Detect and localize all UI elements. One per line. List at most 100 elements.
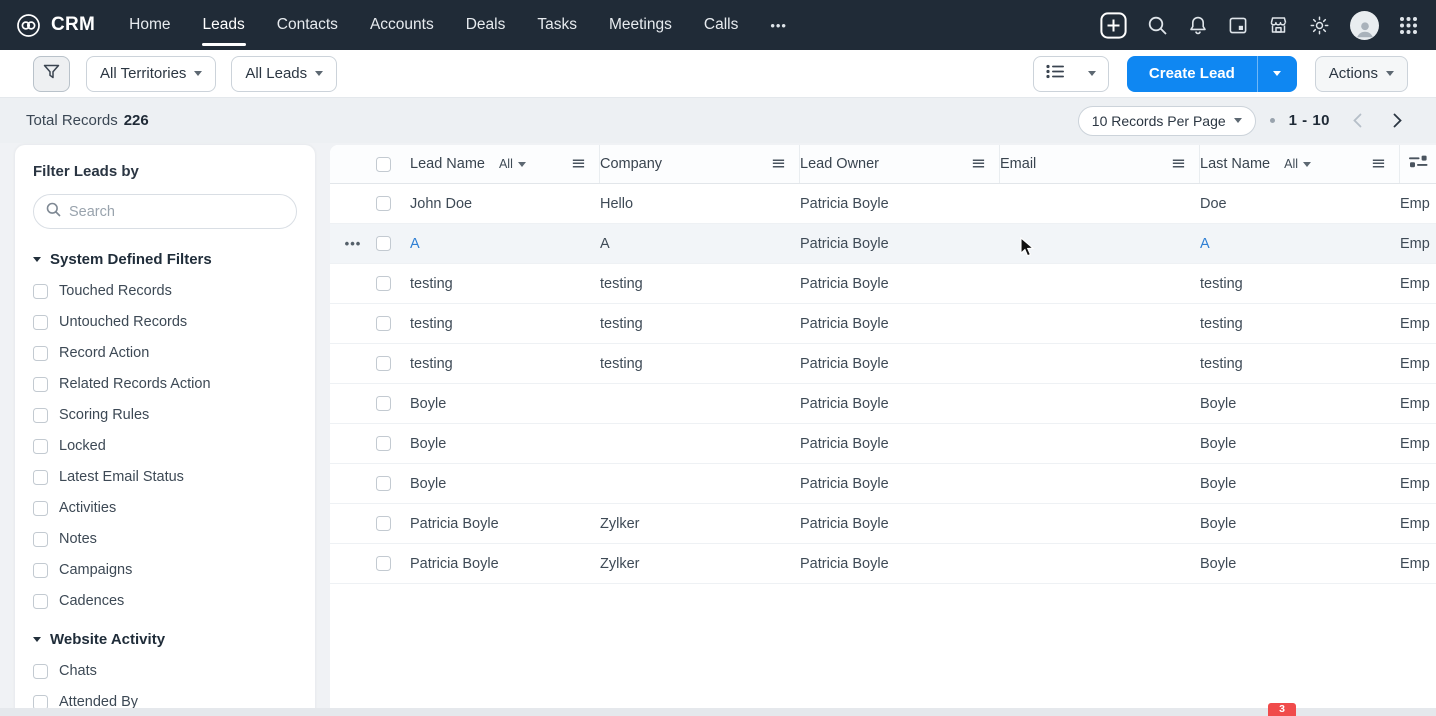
- checkbox[interactable]: [33, 531, 48, 547]
- notification-badge[interactable]: 3: [1268, 703, 1296, 716]
- cell-lead-name[interactable]: Patricia Boyle: [410, 516, 600, 532]
- cell-lead-name[interactable]: Patricia Boyle: [410, 556, 600, 572]
- add-icon[interactable]: [1100, 11, 1127, 39]
- search-icon[interactable]: [1147, 15, 1168, 36]
- table-row[interactable]: ••• John Doe Hello Patricia Boyle Doe Em…: [330, 184, 1436, 224]
- column-header[interactable]: Lead Name All ≡: [410, 145, 600, 183]
- table-row[interactable]: ••• Patricia Boyle Zylker Patricia Boyle…: [330, 504, 1436, 544]
- row-checkbox[interactable]: [376, 356, 391, 371]
- filter-checkbox-item[interactable]: Latest Email Status: [33, 469, 297, 485]
- column-menu-icon[interactable]: ≡: [971, 155, 986, 173]
- territories-dropdown[interactable]: All Territories: [86, 55, 217, 92]
- column-filter-dropdown[interactable]: All: [499, 157, 526, 171]
- checkbox[interactable]: [33, 593, 48, 609]
- checkbox[interactable]: [33, 500, 48, 516]
- filter-checkbox-item[interactable]: Chats: [33, 663, 297, 679]
- row-checkbox[interactable]: [376, 436, 391, 451]
- column-header[interactable]: Lead Owner ≡: [800, 145, 1000, 183]
- column-header[interactable]: Last Name All ≡: [1200, 145, 1400, 183]
- filter-checkbox-item[interactable]: Related Records Action: [33, 376, 297, 392]
- cell-lead-name[interactable]: Boyle: [410, 396, 600, 412]
- filter-checkbox-item[interactable]: Scoring Rules: [33, 407, 297, 423]
- column-header[interactable]: Company ≡: [600, 145, 800, 183]
- filter-checkbox-item[interactable]: Activities: [33, 500, 297, 516]
- row-checkbox[interactable]: [376, 476, 391, 491]
- filter-section-header[interactable]: System Defined Filters: [33, 251, 297, 268]
- nav-item-accounts[interactable]: Accounts: [354, 0, 450, 50]
- nav-item-leads[interactable]: Leads: [187, 0, 261, 50]
- nav-item-contacts[interactable]: Contacts: [261, 0, 354, 50]
- create-lead-button[interactable]: Create Lead: [1126, 55, 1257, 92]
- filter-checkbox-item[interactable]: Notes: [33, 531, 297, 547]
- checkbox[interactable]: [33, 407, 48, 423]
- table-row[interactable]: ••• Boyle Patricia Boyle Boyle Emp: [330, 384, 1436, 424]
- filter-checkbox-item[interactable]: Touched Records: [33, 283, 297, 299]
- nav-item-meetings[interactable]: Meetings: [593, 0, 688, 50]
- nav-item-deals[interactable]: Deals: [450, 0, 522, 50]
- next-page-button[interactable]: [1384, 108, 1410, 134]
- nav-item-home[interactable]: Home: [113, 0, 186, 50]
- table-row[interactable]: ••• Patricia Boyle Zylker Patricia Boyle…: [330, 544, 1436, 584]
- checkbox[interactable]: [33, 562, 48, 578]
- select-all-checkbox[interactable]: [376, 156, 391, 172]
- column-menu-icon[interactable]: ≡: [571, 155, 586, 173]
- cell-lead-name[interactable]: testing: [410, 316, 600, 332]
- filter-checkbox-item[interactable]: Locked: [33, 438, 297, 454]
- calendar-icon[interactable]: [1228, 15, 1248, 35]
- nav-item-tasks[interactable]: Tasks: [521, 0, 593, 50]
- checkbox[interactable]: [33, 283, 48, 299]
- settings-icon[interactable]: [1309, 15, 1330, 36]
- nav-item-calls[interactable]: Calls: [688, 0, 754, 50]
- table-row[interactable]: ••• A A Patricia Boyle A Emp: [330, 224, 1436, 264]
- row-checkbox[interactable]: [376, 556, 391, 571]
- row-checkbox[interactable]: [376, 516, 391, 531]
- search-input[interactable]: [69, 203, 284, 220]
- column-filter-dropdown[interactable]: All: [1284, 157, 1312, 171]
- checkbox[interactable]: [33, 314, 48, 330]
- create-lead-more-button[interactable]: [1256, 55, 1297, 92]
- table-row[interactable]: ••• Boyle Patricia Boyle Boyle Emp: [330, 424, 1436, 464]
- column-menu-icon[interactable]: ≡: [1171, 155, 1186, 173]
- table-row[interactable]: ••• testing testing Patricia Boyle testi…: [330, 264, 1436, 304]
- column-settings-button[interactable]: [1400, 145, 1436, 183]
- cell-lead-name[interactable]: Boyle: [410, 476, 600, 492]
- cell-lead-name[interactable]: testing: [410, 356, 600, 372]
- row-checkbox[interactable]: [376, 396, 391, 411]
- list-view-type-dropdown[interactable]: [1032, 55, 1109, 92]
- cell-lead-name[interactable]: Boyle: [410, 436, 600, 452]
- notifications-icon[interactable]: [1188, 15, 1208, 36]
- column-header[interactable]: Email ≡: [1000, 145, 1200, 183]
- previous-page-button[interactable]: [1344, 108, 1370, 134]
- cell-lead-name[interactable]: testing: [410, 276, 600, 292]
- avatar-icon[interactable]: [1350, 10, 1379, 40]
- column-menu-icon[interactable]: ≡: [1371, 155, 1386, 173]
- filter-checkbox-item[interactable]: Untouched Records: [33, 314, 297, 330]
- row-checkbox[interactable]: [376, 316, 391, 331]
- table-row[interactable]: ••• testing testing Patricia Boyle testi…: [330, 304, 1436, 344]
- cell-lead-name[interactable]: A: [410, 236, 600, 252]
- checkbox[interactable]: [33, 663, 48, 679]
- apps-icon[interactable]: [1399, 16, 1418, 35]
- records-per-page-dropdown[interactable]: 10 Records Per Page: [1077, 105, 1256, 136]
- filter-toggle-button[interactable]: [33, 55, 70, 92]
- table-row[interactable]: ••• Boyle Patricia Boyle Boyle Emp: [330, 464, 1436, 504]
- marketplace-icon[interactable]: [1268, 15, 1289, 35]
- cell-lead-name[interactable]: John Doe: [410, 196, 600, 212]
- filter-section-header[interactable]: Website Activity: [33, 631, 297, 648]
- row-checkbox[interactable]: [376, 236, 391, 251]
- row-checkbox[interactable]: [376, 196, 391, 211]
- nav-more-button[interactable]: •••: [754, 0, 803, 50]
- checkbox[interactable]: [33, 438, 48, 454]
- row-checkbox[interactable]: [376, 276, 391, 291]
- filter-checkbox-item[interactable]: Campaigns: [33, 562, 297, 578]
- brand[interactable]: CRM: [16, 13, 95, 38]
- checkbox[interactable]: [33, 345, 48, 361]
- column-menu-icon[interactable]: ≡: [771, 155, 786, 173]
- checkbox[interactable]: [33, 376, 48, 392]
- actions-dropdown[interactable]: Actions: [1314, 55, 1408, 92]
- table-row[interactable]: ••• testing testing Patricia Boyle testi…: [330, 344, 1436, 384]
- filter-checkbox-item[interactable]: Record Action: [33, 345, 297, 361]
- leads-view-dropdown[interactable]: All Leads: [231, 55, 338, 92]
- filter-checkbox-item[interactable]: Cadences: [33, 593, 297, 609]
- checkbox[interactable]: [33, 469, 48, 485]
